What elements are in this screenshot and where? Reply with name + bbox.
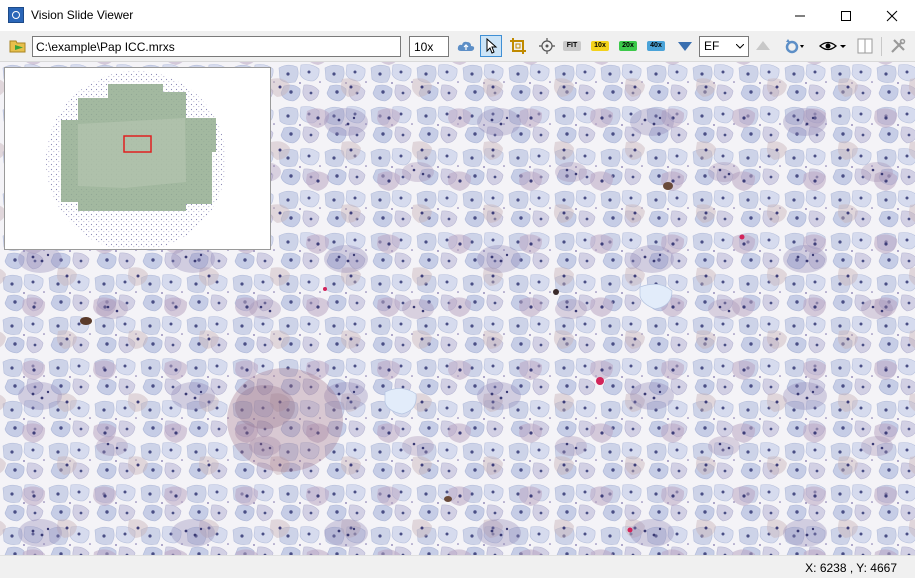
toolbar-separator	[881, 37, 882, 56]
zoom-40x-label: 40x	[647, 41, 665, 51]
close-icon	[886, 10, 898, 21]
fit-button[interactable]: FIT	[562, 36, 582, 56]
crop-icon	[510, 38, 526, 54]
maximize-button[interactable]	[823, 0, 869, 31]
visibility-button[interactable]	[818, 36, 848, 56]
cursor-coordinates: X: 6238 , Y: 4667	[805, 561, 897, 575]
maximize-icon	[841, 10, 851, 21]
status-bar: X: 6238 , Y: 4667	[0, 555, 915, 578]
split-view-button[interactable]	[855, 36, 875, 56]
layer-up-button[interactable]	[753, 36, 773, 56]
app-icon	[8, 7, 24, 23]
chevron-down-icon	[736, 44, 744, 49]
pointer-icon	[486, 38, 498, 54]
cloud-icon	[457, 41, 475, 51]
zoom-40x-button[interactable]: 40x	[646, 36, 666, 56]
layer-down-button[interactable]	[675, 36, 695, 56]
minimize-button[interactable]	[777, 0, 823, 31]
cloud-button[interactable]	[456, 36, 476, 56]
triangle-up-icon	[756, 41, 770, 50]
file-path-field[interactable]	[32, 36, 401, 57]
minimize-icon	[795, 15, 805, 16]
zoom-20x-button[interactable]: 20x	[618, 36, 638, 56]
close-button[interactable]	[869, 0, 915, 31]
open-folder-icon	[9, 40, 26, 53]
filter-select-value: EF	[704, 39, 720, 53]
overview-map	[46, 71, 226, 251]
rotate-icon	[785, 39, 804, 54]
zoom-10x-label: 10x	[591, 41, 609, 51]
tools-icon	[891, 38, 906, 53]
triangle-down-icon	[678, 42, 692, 51]
split-view-icon	[857, 38, 873, 54]
zoom-20x-label: 20x	[619, 41, 637, 51]
eye-icon	[819, 41, 846, 51]
open-file-button[interactable]	[8, 36, 28, 56]
tools-button[interactable]	[888, 36, 908, 56]
zoom-level-field[interactable]	[409, 36, 449, 57]
crop-tool-button[interactable]	[508, 36, 528, 56]
filter-select[interactable]: EF	[699, 36, 749, 57]
target-button[interactable]	[537, 36, 557, 56]
zoom-10x-button[interactable]: 10x	[590, 36, 610, 56]
target-icon	[539, 38, 555, 54]
toolbar: FIT 10x 20x 40x EF	[0, 31, 915, 62]
title-bar: Vision Slide Viewer	[0, 0, 915, 31]
slide-overview[interactable]	[4, 67, 271, 251]
fit-label: FIT	[563, 41, 581, 51]
rotate-button[interactable]	[783, 36, 807, 56]
window-title: Vision Slide Viewer	[31, 8, 134, 22]
pointer-tool-button[interactable]	[480, 35, 502, 57]
